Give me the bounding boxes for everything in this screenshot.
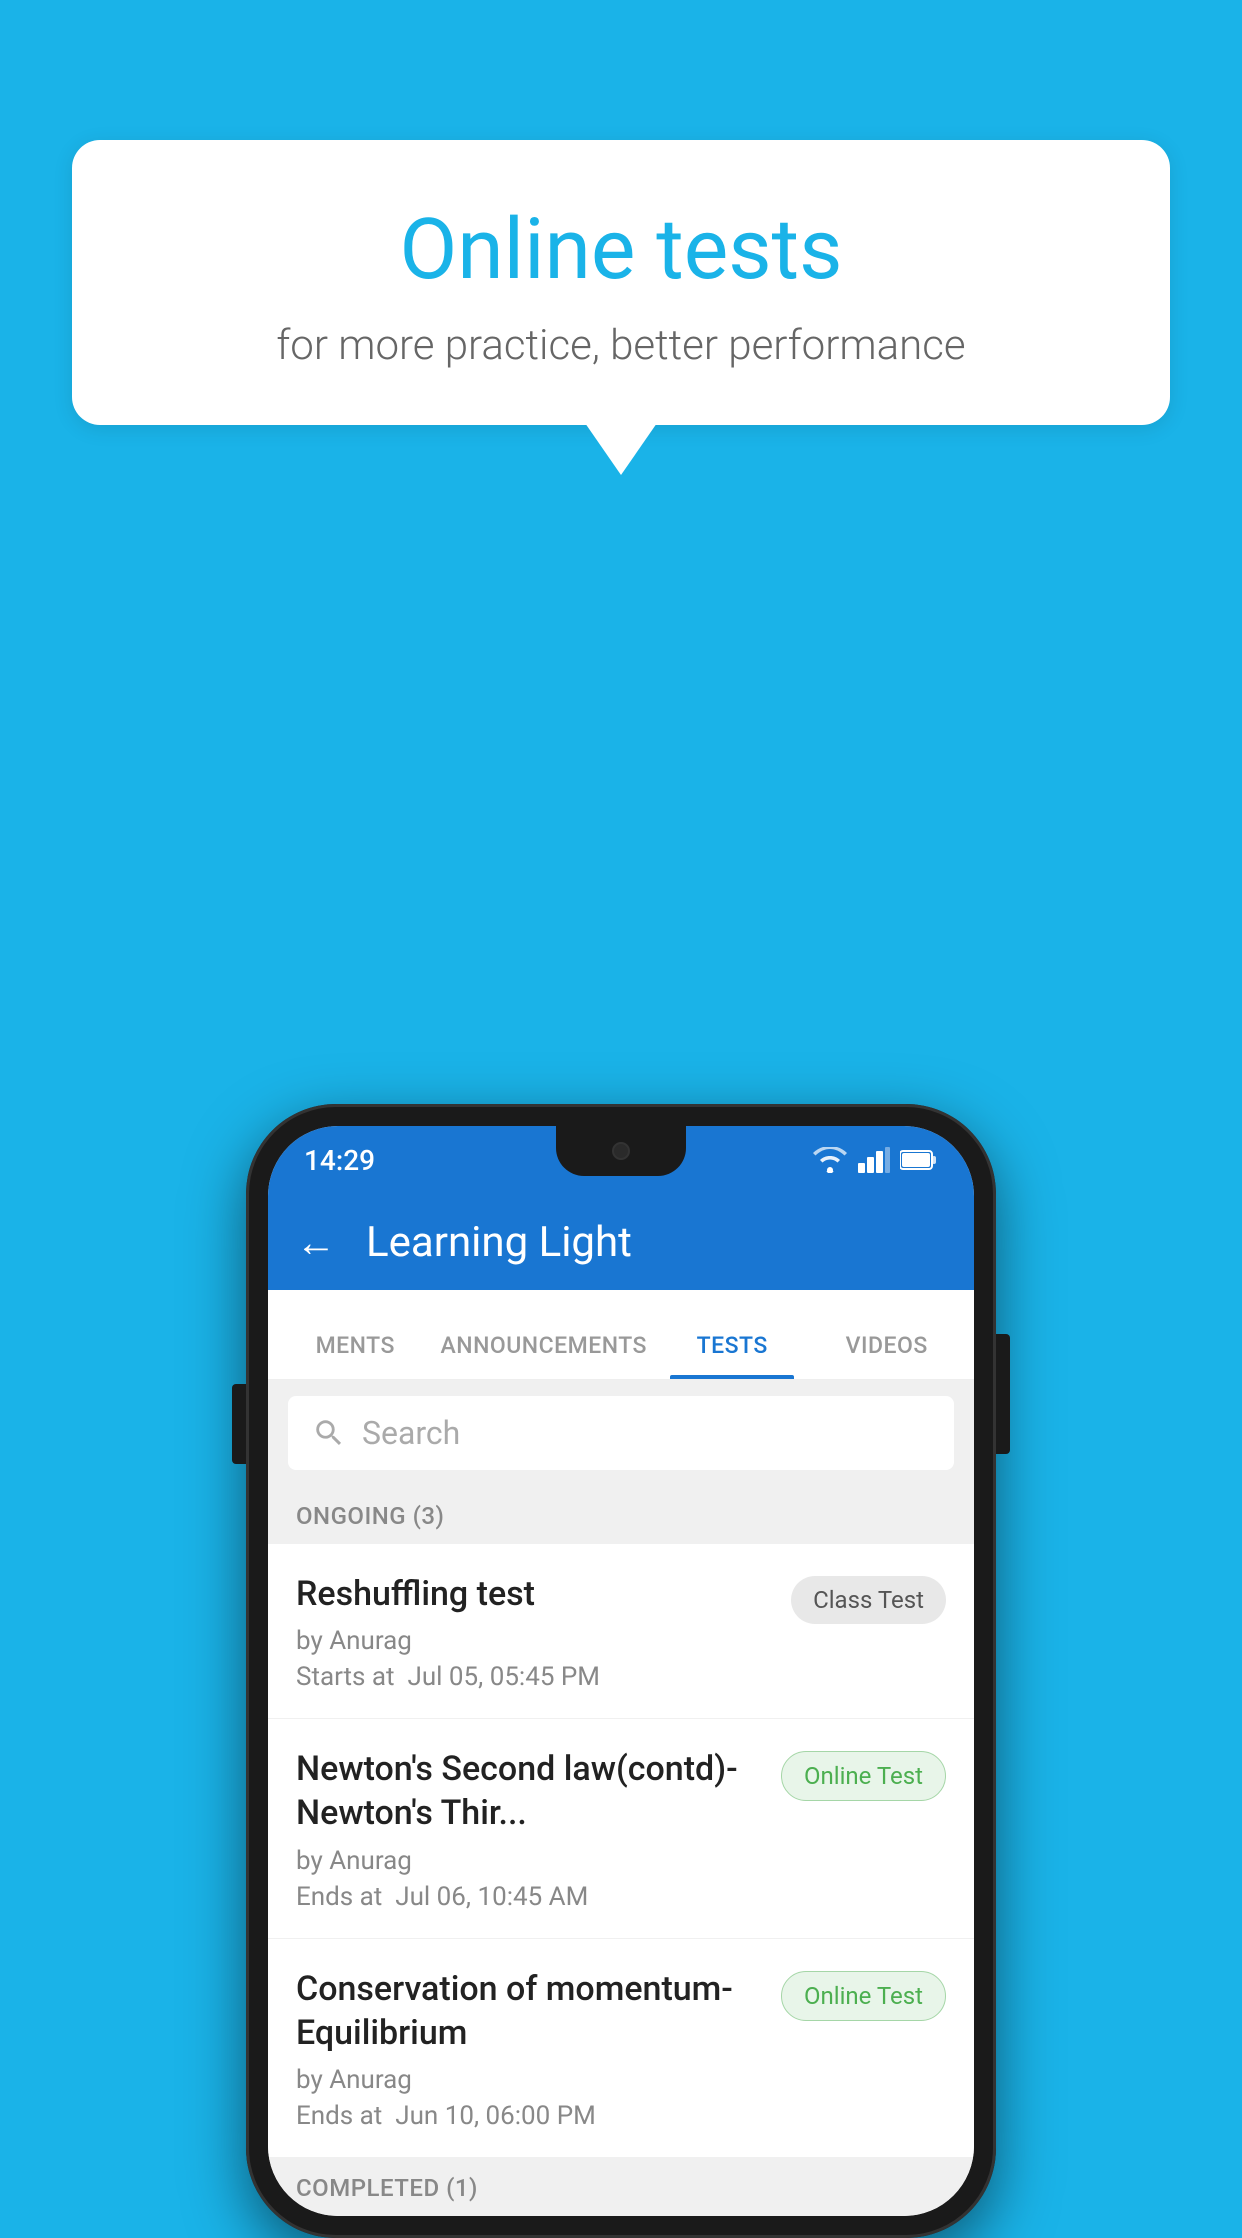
app-bar: ← Learning Light [268, 1194, 974, 1290]
tabs-bar: MENTS ANNOUNCEMENTS TESTS VIDEOS [268, 1290, 974, 1380]
test-date-1: Starts at Jul 05, 05:45 PM [296, 1662, 775, 1692]
badge-class-test-1: Class Test [791, 1576, 946, 1624]
battery-icon [900, 1149, 938, 1171]
phone-screen: 14:29 [268, 1126, 974, 2216]
ongoing-section-header: ONGOING (3) [268, 1486, 974, 1544]
speech-bubble: Online tests for more practice, better p… [72, 140, 1170, 425]
speech-bubble-subtitle: for more practice, better performance [132, 321, 1110, 370]
test-item-1[interactable]: Reshuffling test by Anurag Starts at Jul… [268, 1544, 974, 1719]
test-list: Reshuffling test by Anurag Starts at Jul… [268, 1544, 974, 2158]
test-date-3: Ends at Jun 10, 06:00 PM [296, 2101, 765, 2131]
search-container: Search [268, 1380, 974, 1486]
test-info-2: Newton's Second law(contd)-Newton's Thir… [296, 1747, 765, 1911]
tab-videos[interactable]: VIDEOS [809, 1332, 964, 1379]
test-info-3: Conservation of momentum-Equilibrium by … [296, 1967, 765, 2131]
tab-ments[interactable]: MENTS [278, 1332, 433, 1379]
speech-bubble-arrow [585, 423, 657, 475]
test-item-2[interactable]: Newton's Second law(contd)-Newton's Thir… [268, 1719, 974, 1938]
search-icon [312, 1416, 346, 1450]
search-input-placeholder[interactable]: Search [362, 1414, 460, 1452]
background: Online tests for more practice, better p… [0, 0, 1242, 2208]
completed-section-header: COMPLETED (1) [268, 2158, 974, 2216]
test-date-2: Ends at Jul 06, 10:45 AM [296, 1882, 765, 1912]
status-bar: 14:29 [268, 1126, 974, 1194]
notch [556, 1126, 686, 1176]
test-title-3: Conservation of momentum-Equilibrium [296, 1967, 765, 2055]
test-item-3[interactable]: Conservation of momentum-Equilibrium by … [268, 1939, 974, 2158]
test-author-1: by Anurag [296, 1626, 775, 1656]
wifi-icon [812, 1147, 848, 1173]
tab-announcements[interactable]: ANNOUNCEMENTS [433, 1332, 655, 1379]
phone-wrapper: 14:29 [246, 1104, 996, 2238]
badge-online-test-3: Online Test [781, 1971, 946, 2021]
app-bar-title: Learning Light [366, 1218, 632, 1267]
test-title-2: Newton's Second law(contd)-Newton's Thir… [296, 1747, 765, 1835]
badge-online-test-2: Online Test [781, 1751, 946, 1801]
speech-bubble-container: Online tests for more practice, better p… [72, 140, 1170, 475]
status-icons [812, 1147, 938, 1173]
phone-outer: 14:29 [246, 1104, 996, 2238]
status-time: 14:29 [304, 1144, 375, 1177]
back-button[interactable]: ← [296, 1219, 336, 1266]
search-bar[interactable]: Search [288, 1396, 954, 1470]
camera-dot [612, 1142, 630, 1160]
test-author-2: by Anurag [296, 1846, 765, 1876]
test-author-3: by Anurag [296, 2065, 765, 2095]
test-title-1: Reshuffling test [296, 1572, 775, 1616]
test-info-1: Reshuffling test by Anurag Starts at Jul… [296, 1572, 775, 1692]
signal-icon [858, 1147, 890, 1173]
tab-tests[interactable]: TESTS [655, 1332, 810, 1379]
speech-bubble-title: Online tests [132, 200, 1110, 299]
